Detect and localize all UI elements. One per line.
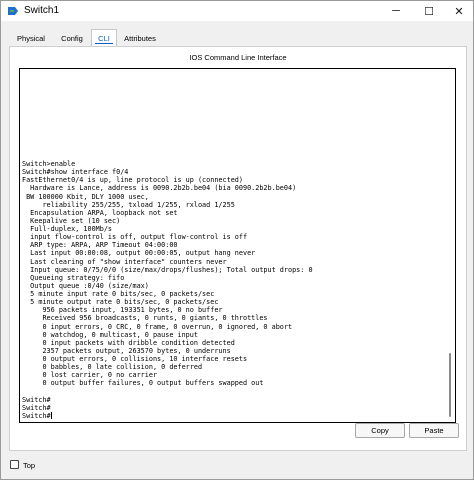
text-cursor: [50, 412, 52, 420]
close-icon[interactable]: ✕: [444, 1, 474, 21]
copy-button[interactable]: Copy: [355, 423, 405, 438]
tab-cli[interactable]: CLI: [91, 29, 117, 46]
tab-attributes[interactable]: Attributes: [120, 31, 160, 45]
window-title: Switch1: [24, 5, 60, 16]
paste-button[interactable]: Paste: [409, 423, 459, 438]
minimize-icon[interactable]: ─: [381, 1, 411, 21]
top-checkbox[interactable]: [10, 460, 19, 469]
cli-panel: IOS Command Line Interface Switch>enable…: [9, 46, 467, 451]
maximize-icon[interactable]: ☐: [414, 1, 444, 21]
cli-terminal[interactable]: Switch>enable Switch#show interface f0/4…: [19, 68, 456, 423]
terminal-text: Switch>enable Switch#show interface f0/4…: [22, 160, 313, 420]
vertical-scrollbar[interactable]: [445, 70, 454, 421]
terminal-output[interactable]: Switch>enable Switch#show interface f0/4…: [22, 160, 442, 420]
top-checkbox-label: Top: [23, 461, 36, 470]
switch-app-icon: [8, 7, 18, 15]
switch-window: Switch1 ─ ☐ ✕ Physical Config CLI Attrib…: [0, 0, 474, 480]
title-bar[interactable]: Switch1 ─ ☐ ✕: [1, 1, 473, 21]
panel-title: IOS Command Line Interface: [189, 53, 287, 62]
scrollbar-thumb[interactable]: [449, 353, 451, 417]
tab-config[interactable]: Config: [57, 31, 87, 45]
tab-physical[interactable]: Physical: [9, 31, 53, 45]
